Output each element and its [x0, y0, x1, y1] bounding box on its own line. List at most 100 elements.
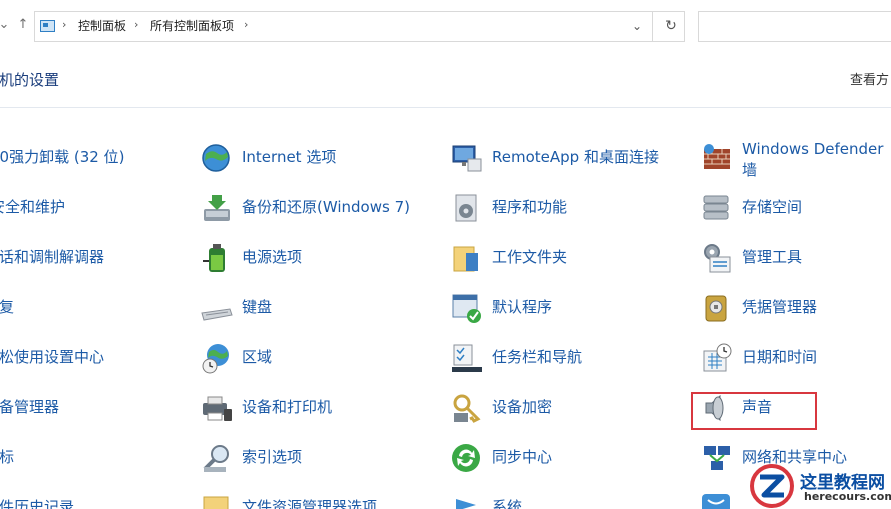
cp-item-date-time[interactable]: 日期和时间 — [700, 339, 891, 379]
work-folders-icon — [453, 246, 478, 272]
sync-icon — [452, 444, 480, 472]
cp-item-label: 设备加密 — [492, 398, 553, 416]
navigation-bar: ⌄ ↑ › 控制面板 › 所有控制面板项 › ⌄ ↻ — [0, 0, 891, 52]
watermark-logo-icon — [750, 464, 794, 508]
cp-item-label: 轻松使用设置中心 — [0, 348, 105, 366]
region-globe-icon — [202, 344, 229, 374]
cp-item-keyboard[interactable]: 键盘 — [200, 289, 430, 329]
cp-item-indexing-options[interactable]: 索引选项 — [200, 439, 430, 479]
cp-item-label: 鼠标 — [0, 448, 15, 466]
up-arrow-icon[interactable]: ↑ — [15, 15, 31, 35]
refresh-icon[interactable]: ↻ — [662, 16, 680, 36]
storage-icon — [703, 195, 729, 220]
breadcrumb-all-items[interactable]: 所有控制面板项 — [150, 18, 234, 34]
header-divider — [0, 107, 891, 108]
cp-item-label: 电源选项 — [242, 248, 303, 266]
internet-globe-icon — [202, 144, 230, 172]
cp-item-label: 工作文件夹 — [492, 248, 568, 266]
cp-item-backup-restore[interactable]: 备份和还原(Windows 7) — [200, 189, 430, 229]
encryption-icon — [453, 394, 481, 423]
cp-item-admin-tools[interactable]: 管理工具 — [700, 239, 891, 279]
user-accounts-icon — [702, 494, 730, 509]
folder-options-icon — [203, 496, 229, 509]
cp-item-label: 系统 — [492, 498, 523, 509]
cp-item-storage-spaces[interactable]: 存储空间 — [700, 189, 891, 229]
cp-item-label: 存储空间 — [742, 198, 803, 216]
cp-item-device-manager[interactable]: 设备管理器 — [0, 389, 164, 429]
index-icon — [203, 445, 229, 472]
cp-item-label: 程序和功能 — [492, 198, 568, 216]
cp-item-default-programs[interactable]: 默认程序 — [450, 289, 685, 329]
cp-item-system[interactable]: 系统 — [450, 489, 685, 509]
watermark-url: herecours.com — [804, 490, 891, 503]
cp-item-taskbar-navigation[interactable]: 任务栏和导航 — [450, 339, 685, 379]
cp-item-work-folders[interactable]: 工作文件夹 — [450, 239, 685, 279]
cp-item-label: 任务栏和导航 — [492, 348, 583, 366]
power-icon — [203, 244, 225, 272]
cp-item-label: 安全和维护 — [0, 198, 66, 216]
cp-item-label: 键盘 — [242, 298, 273, 316]
printer-icon — [203, 396, 232, 421]
breadcrumb-control-panel[interactable]: 控制面板 — [78, 18, 126, 34]
chevron-right-icon[interactable]: › — [134, 18, 138, 31]
datetime-icon — [703, 343, 732, 372]
cp-item-power-options[interactable]: 电源选项 — [200, 239, 430, 279]
cp-item-label: 文件资源管理器选项 — [242, 498, 378, 509]
cp-item-windows-defender-firewall[interactable]: Windows Defender 墙 — [700, 139, 891, 183]
remoteapp-icon — [452, 145, 482, 172]
recent-locations-dropdown-icon[interactable]: ⌄ — [0, 15, 12, 35]
programs-icon — [455, 194, 477, 222]
cp-item-programs-features[interactable]: 程序和功能 — [450, 189, 685, 229]
page-title: 算机的设置 — [0, 71, 60, 89]
cp-item-user-accounts[interactable] — [700, 489, 740, 509]
cp-item-label: 备份和还原(Windows 7) — [242, 198, 410, 216]
cp-item-internet-options[interactable]: Internet 选项 — [200, 139, 430, 179]
address-bar[interactable]: › 控制面板 › 所有控制面板项 › ⌄ ↻ — [34, 11, 685, 42]
cp-item-label: 设备管理器 — [0, 398, 60, 416]
cp-item-label: 恢复 — [0, 298, 15, 316]
cp-item-recovery[interactable]: 恢复 — [0, 289, 164, 329]
cp-item-label: 凭据管理器 — [742, 298, 818, 316]
cp-item-label: 电话和调制解调器 — [0, 248, 105, 266]
cp-item-360-uninstall[interactable]: 60强力卸载 (32 位) — [0, 139, 170, 179]
network-icon — [704, 446, 730, 470]
cp-item-label: 管理工具 — [742, 248, 803, 266]
cp-item-label: 默认程序 — [492, 298, 553, 316]
address-dropdown-icon[interactable]: ⌄ — [629, 17, 645, 35]
cp-item-mouse[interactable]: 鼠标 — [0, 439, 164, 479]
cp-item-remoteapp[interactable]: RemoteApp 和桌面连接 — [450, 139, 685, 179]
cp-item-devices-printers[interactable]: 设备和打印机 — [200, 389, 430, 429]
cp-item-label: Windows Defender 墙 — [742, 140, 884, 179]
address-divider — [652, 12, 653, 41]
cp-item-label: 索引选项 — [242, 448, 303, 466]
cp-item-device-encryption[interactable]: 设备加密 — [450, 389, 685, 429]
cp-item-label: 同步中心 — [492, 448, 553, 466]
taskbar-icon — [452, 344, 482, 372]
cp-item-folder-options[interactable]: 文件资源管理器选项 — [200, 489, 430, 509]
cp-item-security-maintenance[interactable]: 安全和维护 — [0, 189, 170, 229]
system-icon — [456, 499, 476, 509]
search-input[interactable] — [698, 11, 891, 42]
cp-item-label: RemoteApp 和桌面连接 — [492, 148, 659, 166]
cp-item-ease-of-access[interactable]: 轻松使用设置中心 — [0, 339, 164, 379]
keyboard-icon — [201, 308, 233, 321]
default-programs-icon — [452, 294, 481, 323]
cp-item-label: 区域 — [242, 348, 273, 366]
cp-item-phone-modem[interactable]: 电话和调制解调器 — [0, 239, 164, 279]
cp-item-sync-center[interactable]: 同步中心 — [450, 439, 685, 479]
cp-item-credential-manager[interactable]: 凭据管理器 — [700, 289, 891, 329]
highlight-box — [691, 392, 817, 430]
credential-icon — [705, 295, 727, 322]
cp-item-label: 设备和打印机 — [242, 398, 333, 416]
chevron-right-icon[interactable]: › — [244, 18, 248, 31]
cp-item-region[interactable]: 区域 — [200, 339, 430, 379]
chevron-right-icon[interactable]: › — [62, 18, 66, 31]
cp-item-label: 60强力卸载 (32 位) — [0, 148, 125, 166]
cp-item-label: 日期和时间 — [742, 348, 818, 366]
cp-item-file-history[interactable]: 文件历史记录 — [0, 489, 164, 509]
cp-item-label: Internet 选项 — [242, 148, 337, 166]
view-by-label[interactable]: 查看方 — [850, 69, 889, 88]
control-panel-icon — [40, 20, 55, 32]
watermark: 这里教程网 herecours.com — [746, 462, 891, 509]
firewall-icon — [704, 144, 730, 169]
